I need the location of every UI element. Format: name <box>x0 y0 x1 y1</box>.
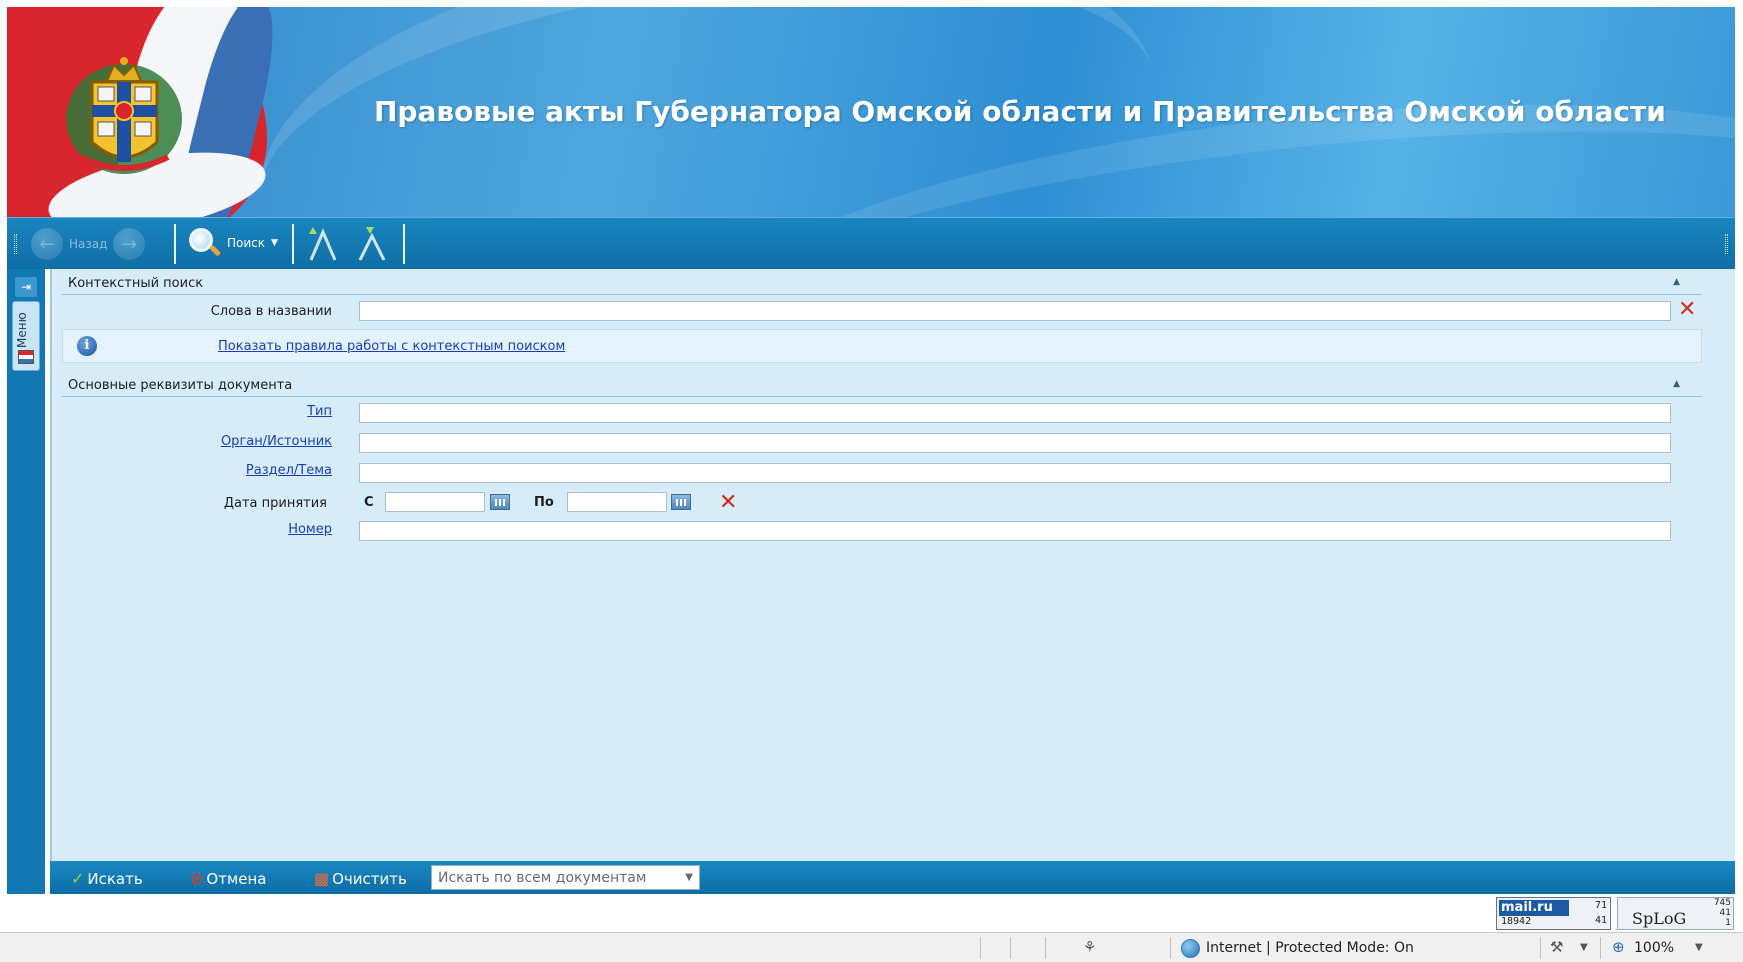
toolbar-grip[interactable] <box>14 234 17 254</box>
expand-panel-icon[interactable]: ⇥ <box>15 277 37 297</box>
cancel-icon: ⊘ <box>190 869 204 888</box>
search-scope-select[interactable]: Искать по всем документам ▼ <box>431 865 700 890</box>
search-dropdown-button[interactable]: Поиск ▼ <box>187 226 278 260</box>
info-panel: i Показать правила работы с контекстным … <box>62 329 1702 363</box>
status-divider <box>980 937 981 959</box>
side-menu-tab[interactable]: Меню <box>12 301 40 371</box>
date-to-label: По <box>534 495 554 510</box>
search-scope-value: Искать по всем документам <box>438 869 647 886</box>
cancel-button[interactable]: ⊘ Отмена <box>190 869 267 888</box>
mailru-counter[interactable]: mail.ru 18942 71 41 <box>1496 897 1611 930</box>
calendar-icon[interactable] <box>671 494 691 510</box>
side-menu-label: Меню <box>15 312 29 348</box>
back-label: Назад <box>69 237 108 251</box>
checkmark-icon: ✓ <box>71 869 85 888</box>
toolbar-separator <box>292 224 294 264</box>
chevron-down-icon[interactable]: ▼ <box>1580 942 1588 953</box>
chevron-down-icon: ▼ <box>271 238 278 248</box>
type-input[interactable] <box>359 403 1671 423</box>
date-label: Дата принятия <box>223 496 327 511</box>
mailru-top-value: 71 <box>1594 900 1607 911</box>
chevron-down-icon: ▼ <box>685 872 693 883</box>
words-in-title-input[interactable] <box>359 301 1671 321</box>
browser-status-bar: ⚘ Internet | Protected Mode: On ⚒ ▼ ⊕ 10… <box>0 932 1743 962</box>
splog-logo: SpLoG <box>1632 909 1687 928</box>
status-divider <box>1600 937 1601 959</box>
date-from-input[interactable] <box>385 492 485 512</box>
type-link[interactable]: Тип <box>132 404 332 419</box>
section-title: Основные реквизиты документа <box>68 378 293 393</box>
chevron-down-icon[interactable]: ▼ <box>1695 942 1703 953</box>
date-from-label: С <box>364 495 374 510</box>
info-icon: i <box>77 336 97 356</box>
search-button-label: Искать <box>87 869 143 888</box>
action-bar: ✓ Искать ⊘ Отмена ▩ Очистить Искать по в… <box>50 861 1735 894</box>
date-to-input[interactable] <box>567 492 667 512</box>
status-divider <box>1170 937 1171 959</box>
security-zone[interactable]: Internet | Protected Mode: On <box>1206 940 1414 956</box>
collapse-icon[interactable]: ▲ <box>1673 379 1680 389</box>
arrow-right-icon[interactable]: → <box>113 228 146 260</box>
organ-link[interactable]: Орган/Источник <box>132 434 332 449</box>
clear-button-label: Очистить <box>332 869 407 888</box>
header-banner: Правовые акты Губернатора Омской области… <box>7 7 1735 217</box>
magnifier-icon <box>187 226 222 260</box>
flag-icon <box>18 350 34 364</box>
back-button[interactable]: ← Назад → <box>31 228 146 260</box>
splog-counter[interactable]: SpLoG 745 41 1 <box>1617 897 1734 930</box>
search-label: Поиск <box>227 236 266 250</box>
arrow-left-icon: ← <box>31 228 63 260</box>
globe-icon <box>1181 939 1200 958</box>
splog-value-3: 1 <box>1725 918 1731 928</box>
status-divider <box>1010 937 1011 959</box>
font-increase-icon[interactable] <box>303 224 343 264</box>
splog-value-2: 41 <box>1719 908 1731 918</box>
calendar-icon[interactable] <box>490 494 510 510</box>
protected-mode-icon[interactable]: ⚒ <box>1550 938 1563 956</box>
section-input[interactable] <box>359 463 1671 483</box>
font-decrease-icon[interactable] <box>352 224 392 264</box>
clear-words-icon[interactable]: ✕ <box>1678 299 1696 321</box>
clear-dates-icon[interactable]: ✕ <box>719 492 737 514</box>
requisites-header[interactable]: Основные реквизиты документа ▲ <box>62 373 1702 397</box>
status-divider <box>1540 937 1541 959</box>
toolbar-overflow-grip[interactable] <box>1725 234 1728 254</box>
page-title: Правовые акты Губернатора Омской области… <box>374 95 1666 128</box>
clear-button[interactable]: ▩ Очистить <box>314 869 407 888</box>
number-input[interactable] <box>359 521 1671 541</box>
context-search-header[interactable]: Контекстный поиск ▲ <box>62 271 1702 295</box>
toolbar-separator <box>174 224 176 264</box>
search-form: Контекстный поиск ▲ Слова в названии ✕ i… <box>50 269 1735 861</box>
privacy-icon[interactable]: ⚘ <box>1083 938 1096 956</box>
region-flag <box>7 7 277 217</box>
splog-value-1: 745 <box>1713 898 1731 908</box>
eraser-icon: ▩ <box>314 869 330 888</box>
side-panel: ⇥ Меню <box>7 269 45 894</box>
mailru-bottom-value: 41 <box>1594 915 1607 926</box>
coat-of-arms-icon <box>66 57 182 174</box>
organ-input[interactable] <box>359 433 1671 453</box>
cancel-button-label: Отмена <box>206 869 267 888</box>
toolbar-separator <box>403 224 405 264</box>
zoom-icon: ⊕ <box>1612 938 1625 956</box>
mailru-logo: mail.ru <box>1499 900 1569 916</box>
status-divider <box>1045 937 1046 959</box>
search-rules-link[interactable]: Показать правила работы с контекстным по… <box>218 339 565 354</box>
zoom-level[interactable]: 100% <box>1634 940 1674 956</box>
words-label: Слова в названии <box>210 304 332 319</box>
search-button[interactable]: ✓ Искать <box>71 869 143 888</box>
collapse-icon[interactable]: ▲ <box>1673 277 1680 287</box>
mailru-total: 18942 <box>1501 916 1532 927</box>
section-link[interactable]: Раздел/Тема <box>132 463 332 478</box>
section-title: Контекстный поиск <box>68 276 204 291</box>
number-link[interactable]: Номер <box>132 522 332 537</box>
main-toolbar: ← Назад → Поиск ▼ <box>7 217 1735 269</box>
